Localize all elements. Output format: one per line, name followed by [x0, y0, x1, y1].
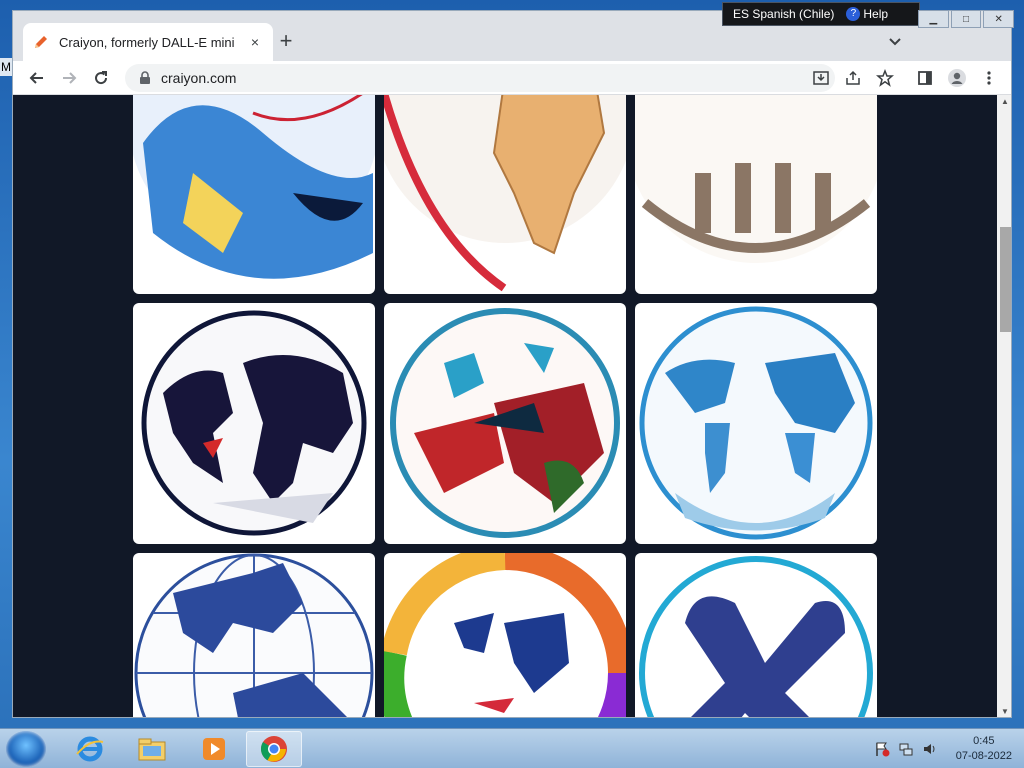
- globe-blue-emblem-image: [639, 556, 873, 717]
- globe-grid-blue-image: [134, 553, 374, 717]
- image-tile[interactable]: [384, 553, 626, 717]
- kebab-menu-icon: [987, 71, 991, 85]
- chrome-icon: [260, 736, 287, 762]
- reload-icon: [95, 71, 108, 85]
- globe-rainbow-ring-image: [384, 553, 626, 717]
- install-icon: [813, 71, 829, 85]
- file-explorer-icon: [138, 738, 166, 761]
- image-tile[interactable]: [635, 303, 877, 544]
- scrollbar-thumb[interactable]: [1000, 227, 1011, 332]
- star-icon: [876, 69, 894, 87]
- globe-letters-image: [635, 95, 877, 263]
- address-bar[interactable]: craiyon.com: [125, 64, 835, 92]
- help-label[interactable]: Help: [863, 7, 888, 21]
- share-button[interactable]: [841, 66, 865, 90]
- globe-africa-map-image: [384, 95, 626, 292]
- taskbar: 0:45 07-08-2022: [0, 728, 1024, 768]
- close-button[interactable]: ✕: [983, 10, 1015, 28]
- image-tile[interactable]: [384, 303, 626, 544]
- volume-icon[interactable]: [922, 741, 938, 757]
- desktop-stub-text: M: [0, 58, 12, 76]
- start-button[interactable]: [6, 731, 46, 767]
- browser-toolbar: craiyon.com: [13, 61, 1011, 95]
- network-icon[interactable]: [898, 741, 914, 757]
- taskbar-media[interactable]: [186, 731, 242, 767]
- scroll-down-arrow-icon[interactable]: ▼: [1000, 707, 1010, 717]
- image-tile[interactable]: [635, 95, 877, 294]
- globe-dark-continents-image: [141, 310, 367, 536]
- globe-light-blue-map-image: [639, 306, 873, 540]
- tab-close-icon[interactable]: ×: [247, 34, 263, 50]
- profile-button[interactable]: [945, 66, 969, 90]
- maximize-button[interactable]: □: [950, 10, 982, 28]
- new-tab-button[interactable]: +: [275, 30, 297, 53]
- action-center-flag-icon[interactable]: [874, 741, 890, 757]
- scroll-up-arrow-icon[interactable]: ▲: [1000, 97, 1010, 107]
- chevron-down-icon[interactable]: [887, 33, 903, 49]
- menu-button[interactable]: [977, 66, 1001, 90]
- install-app-button[interactable]: [809, 66, 833, 90]
- language-bar[interactable]: ES Spanish (Chile) ? Help: [722, 2, 920, 26]
- reload-button[interactable]: [89, 66, 113, 90]
- side-panel-button[interactable]: [913, 66, 937, 90]
- image-tile[interactable]: [133, 553, 375, 717]
- globe-blue-yellow-image: [133, 95, 375, 279]
- taskbar-explorer[interactable]: [124, 731, 180, 767]
- back-arrow-icon: [29, 72, 43, 84]
- clock[interactable]: 0:45 07-08-2022: [956, 734, 1012, 764]
- input-language[interactable]: ES Spanish (Chile): [733, 7, 834, 21]
- internet-explorer-icon: [76, 736, 104, 762]
- help-icon[interactable]: ?: [846, 7, 861, 21]
- taskbar-chrome[interactable]: [246, 731, 302, 767]
- side-panel-icon: [918, 71, 932, 85]
- image-tile[interactable]: [133, 303, 375, 544]
- bookmark-button[interactable]: [873, 66, 897, 90]
- system-tray: 0:45 07-08-2022: [874, 729, 1012, 768]
- forward-button[interactable]: [57, 66, 81, 90]
- lock-icon: [140, 71, 150, 84]
- image-tile[interactable]: [384, 95, 626, 294]
- tab-title: Craiyon, formerly DALL-E mini: [59, 34, 235, 50]
- tab-craiyon[interactable]: Craiyon, formerly DALL-E mini ×: [23, 23, 273, 61]
- image-gallery: [133, 95, 877, 717]
- back-button[interactable]: [25, 66, 49, 90]
- minimize-button[interactable]: ▁: [918, 10, 949, 28]
- pencil-icon: [35, 36, 47, 48]
- avatar-icon: [948, 69, 966, 87]
- taskbar-ie[interactable]: [62, 731, 118, 767]
- page-viewport: [13, 95, 997, 717]
- window-controls: ▁ □ ✕: [918, 10, 1015, 28]
- clock-time: 0:45: [973, 735, 995, 747]
- share-icon: [846, 70, 860, 85]
- clock-date: 07-08-2022: [955, 750, 1012, 762]
- url-text: craiyon.com: [161, 70, 237, 86]
- image-tile[interactable]: [133, 95, 375, 294]
- forward-arrow-icon: [63, 72, 77, 84]
- chrome-window: Craiyon, formerly DALL-E mini × + craiyo…: [12, 10, 1012, 718]
- globe-red-teal-image: [390, 308, 620, 538]
- image-tile[interactable]: [635, 553, 877, 717]
- vertical-scrollbar[interactable]: ▲ ▼: [997, 95, 1011, 717]
- media-player-icon: [203, 738, 225, 760]
